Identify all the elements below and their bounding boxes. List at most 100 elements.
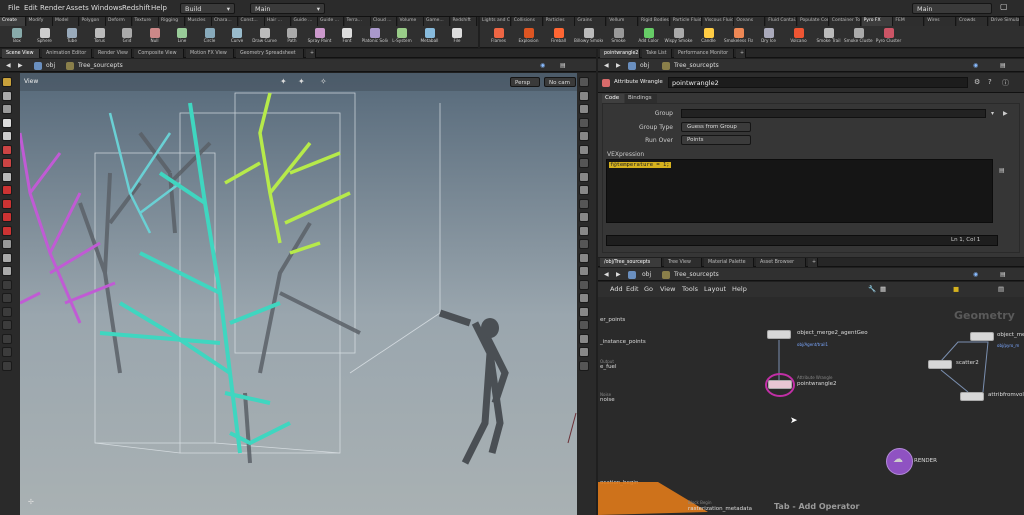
network-editor[interactable]: 🔧 ▦ ■ ▤ Add Edit Go View Tools Layout Help Geo… [598, 282, 1024, 515]
pane-tab[interactable]: Take List [642, 49, 672, 58]
shelf-tool[interactable]: Metaball [417, 27, 443, 47]
shelf-tab[interactable]: Create [0, 17, 26, 26]
display-option-icon[interactable] [579, 279, 589, 290]
shelf-tab[interactable]: Modify [26, 17, 53, 26]
pane-tab[interactable]: Render View [94, 49, 132, 58]
path-node[interactable]: Tree_sourcepts [674, 61, 719, 70]
tool-button-icon[interactable] [2, 90, 12, 101]
display-option-icon[interactable] [579, 212, 589, 222]
tool-button-icon[interactable] [2, 77, 12, 87]
tool-button-icon[interactable] [2, 239, 12, 249]
shelf-tool[interactable]: Smokeless Flame [724, 27, 753, 47]
display-option-icon[interactable] [579, 306, 589, 317]
node-scatter[interactable] [928, 360, 952, 369]
pin-icon[interactable]: ◉ [540, 61, 545, 70]
tab-code[interactable]: Code [602, 94, 624, 103]
shelf-tool[interactable]: Curve [224, 27, 250, 47]
shelf-tool[interactable]: Draw Curve [252, 27, 278, 47]
display-option-icon[interactable] [579, 104, 589, 114]
node-object-merge[interactable] [767, 330, 791, 339]
node-render[interactable]: ☁ [886, 448, 913, 475]
menu-assets[interactable]: Assets [66, 4, 89, 12]
tool-button-icon[interactable] [2, 185, 12, 195]
shelf-tab[interactable]: Deform [106, 17, 132, 26]
shelf-tool[interactable]: Dry Ice [754, 27, 783, 47]
desktop-dropdown[interactable]: Build ▾ [180, 3, 235, 14]
shelf-tool[interactable]: Explosion [514, 27, 543, 47]
tool-button-icon[interactable] [2, 131, 12, 141]
display-option-icon[interactable] [579, 90, 589, 101]
viewport[interactable]: View ✦ ✦ ✧ Persp No cam ✢ [20, 73, 577, 515]
right-desktop-dropdown[interactable]: Main [912, 3, 992, 14]
display-option-icon[interactable] [579, 171, 589, 182]
pane-tab[interactable]: Geometry Spreadsheet [236, 49, 304, 58]
path-root[interactable]: obj [640, 61, 649, 70]
node-object-me[interactable] [970, 332, 994, 341]
shelf-tool[interactable]: Pyro Cluster [874, 27, 903, 47]
shelf-tab[interactable]: Fluid Contai... [766, 17, 798, 26]
group-field[interactable] [681, 109, 986, 118]
shelf-tab[interactable]: Game... [424, 17, 450, 26]
shelf-tab[interactable]: Particles [543, 17, 575, 26]
tab-bindings[interactable]: Bindings [625, 94, 657, 103]
display-option-icon[interactable] [579, 185, 589, 195]
menu-redshift[interactable]: Redshift [122, 4, 150, 12]
maximize-icon[interactable]: ▢ [1000, 2, 1008, 11]
help-icon[interactable]: ? [988, 78, 992, 86]
shelf-tool[interactable]: Candle [694, 27, 723, 47]
shelf-tool[interactable]: Wispy Smoke [664, 27, 693, 47]
shelf-tool[interactable]: Smoke Cluster [844, 27, 873, 47]
shelf-tab[interactable]: Terra... [344, 17, 371, 26]
tool-button-icon[interactable] [2, 212, 12, 222]
menu-edit[interactable]: Edit [24, 4, 38, 12]
shelf-tool[interactable]: Platonic Solids [362, 27, 388, 47]
snippet-menu-icon[interactable]: ▤ [999, 166, 1005, 175]
menu-windows[interactable]: Windows [91, 4, 122, 12]
shelf-tool[interactable]: Path [279, 27, 305, 47]
pane-menu-icon[interactable]: ▤ [560, 61, 566, 70]
tool-button-icon[interactable] [2, 347, 12, 357]
pane-tab[interactable]: Material Palette [704, 258, 754, 267]
shelf-tab[interactable]: Wires [925, 17, 957, 26]
node-pointwrangle[interactable] [768, 380, 792, 389]
shelf-tool[interactable]: Flames [484, 27, 513, 47]
shelf-tab[interactable]: Container Tools [829, 17, 861, 26]
display-option-icon[interactable] [579, 239, 589, 249]
chevron-down-icon[interactable]: ▾ [991, 109, 994, 118]
pane-menu-icon[interactable]: ▤ [1000, 61, 1006, 70]
shelf-tool[interactable]: L-System [389, 27, 415, 47]
shelf-tool[interactable]: Torus [87, 27, 113, 47]
shelf-tab[interactable]: Guide ... [318, 17, 344, 26]
tool-button-icon[interactable] [2, 266, 12, 276]
path-root[interactable]: obj [46, 61, 55, 70]
shelf-tab[interactable]: Collisions [511, 17, 543, 26]
shelf-tab[interactable]: Redshift [450, 17, 477, 26]
tool-button-icon[interactable] [2, 252, 12, 263]
shelf-tab[interactable]: Model [53, 17, 79, 26]
shelf-tab[interactable]: Populate Con... [798, 17, 829, 26]
tool-button-icon[interactable] [2, 144, 12, 155]
pin-icon[interactable]: ◉ [973, 270, 978, 279]
shelf-tool[interactable]: Billowy Smoke [574, 27, 603, 47]
shelf-tool[interactable]: Sphere [32, 27, 58, 47]
stage-dropdown[interactable]: Main ▾ [250, 3, 325, 14]
tool-button-icon[interactable] [2, 279, 12, 290]
pane-tab[interactable]: Performance Monitor [674, 49, 734, 58]
shelf-tab[interactable]: Oceans [734, 17, 766, 26]
menu-render[interactable]: Render [40, 4, 65, 12]
shelf-tab[interactable]: Volume [397, 17, 424, 26]
shelf-tool[interactable]: Box [4, 27, 30, 47]
shelf-tab[interactable]: Cloud ... [371, 17, 397, 26]
display-option-icon[interactable] [579, 144, 589, 155]
add-tab-icon[interactable]: + [736, 49, 746, 58]
tool-button-icon[interactable] [2, 293, 12, 303]
group-type-dropdown[interactable]: Guess from Group [681, 122, 751, 132]
path-node[interactable]: Tree_sourcepts [78, 61, 123, 70]
shelf-tool[interactable]: Smoke [604, 27, 633, 47]
pane-tab[interactable]: pointwrangle2 [600, 49, 640, 58]
tool-button-icon[interactable] [2, 104, 12, 114]
shelf-tool[interactable]: Font [334, 27, 360, 47]
display-option-icon[interactable] [579, 333, 589, 344]
menu-file[interactable]: File [8, 4, 20, 12]
shelf-tool[interactable]: Grid [114, 27, 140, 47]
